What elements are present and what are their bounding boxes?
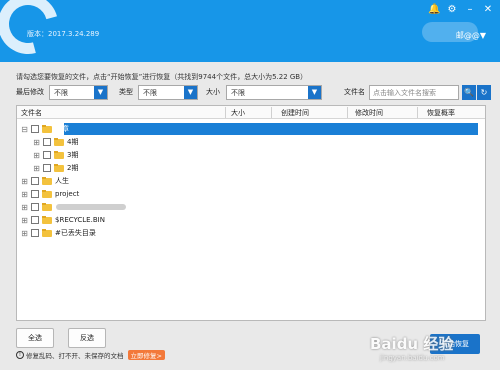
table-row[interactable]: ⊞ 人生 <box>20 175 69 187</box>
column-header[interactable]: 文件名 <box>21 108 42 118</box>
table-row[interactable]: ⊞ 3期 <box>32 149 78 161</box>
type-value: 不限 <box>143 89 157 97</box>
table-row[interactable]: ⊟ 文章 <box>20 123 69 135</box>
selected-row-highlight <box>64 123 478 135</box>
minimize-icon[interactable]: – <box>464 4 476 16</box>
expand-icon[interactable]: ⊞ <box>20 203 29 212</box>
version-text: 版本：2017.3.24.289 <box>27 30 100 38</box>
result-summary: 请勾选您要恢复的文件，点击“开始恢复”进行恢复（共找到9744个文件，总大小为5… <box>16 73 308 81</box>
search-input[interactable] <box>370 86 458 99</box>
expand-icon[interactable]: ⊞ <box>20 177 29 186</box>
folder-icon <box>42 229 52 237</box>
column-divider[interactable] <box>225 107 226 118</box>
expand-icon[interactable]: ⊞ <box>32 138 41 147</box>
file-name: 2期 <box>67 164 79 172</box>
row-checkbox[interactable] <box>31 216 39 224</box>
modified-select[interactable]: 不限 ▼ <box>49 85 108 100</box>
invert-selection-button[interactable]: 反选 <box>68 328 106 348</box>
chevron-down-icon: ▼ <box>184 86 197 99</box>
column-header[interactable]: 创建时间 <box>281 108 309 118</box>
table-row[interactable]: ⊞ <box>20 201 126 213</box>
row-checkbox[interactable] <box>43 164 51 172</box>
row-checkbox[interactable] <box>43 138 51 146</box>
type-select[interactable]: 不限 ▼ <box>138 85 198 100</box>
select-all-button[interactable]: 全选 <box>16 328 54 348</box>
modified-value: 不限 <box>54 89 68 97</box>
column-divider[interactable] <box>271 107 272 118</box>
file-name: $RECYCLE.BIN <box>55 216 105 224</box>
expand-icon[interactable]: ⊞ <box>20 216 29 225</box>
filter-bar: 最后修改 不限 ▼ 类型 不限 ▼ 大小 不限 ▼ 文件名 🔍 ↻ <box>16 85 491 101</box>
file-name: 人生 <box>55 177 69 185</box>
file-name: 文章 <box>55 125 69 133</box>
folder-icon <box>54 138 64 146</box>
search-button[interactable]: 🔍 <box>462 85 476 100</box>
table-row[interactable]: ⊞ #已丢失目录 <box>20 227 96 239</box>
watermark: Baidu 经验 jingyan.baidu.com <box>370 333 488 367</box>
chevron-down-icon: ▼ <box>94 86 107 99</box>
table-row[interactable]: ⊞ 4期 <box>32 136 78 148</box>
folder-icon <box>42 203 52 211</box>
file-table: 文件名 大小 创建时间 修改时间 恢复概率 ⊟ 文章 ⊞ 4期 ⊞ 3期 ⊞ 2… <box>16 105 486 321</box>
row-checkbox[interactable] <box>31 203 39 211</box>
file-name: 3期 <box>67 151 79 159</box>
expand-icon[interactable]: ⊞ <box>20 229 29 238</box>
row-checkbox[interactable] <box>31 177 39 185</box>
bell-icon[interactable]: 🔔 <box>428 4 440 16</box>
refresh-icon: ↻ <box>480 88 488 97</box>
table-header: 文件名 大小 创建时间 修改时间 恢复概率 <box>17 106 485 119</box>
repair-hint-text: 修复乱码、打不开、未保存的文档 <box>26 352 124 360</box>
gear-icon[interactable]: ⚙ <box>446 4 458 16</box>
column-header[interactable]: 恢复概率 <box>427 108 455 118</box>
repair-hint: ! 修复乱码、打不开、未保存的文档 立即修复> <box>16 350 165 360</box>
column-divider[interactable] <box>417 107 418 118</box>
chevron-down-icon: ▼ <box>308 86 321 99</box>
folder-icon <box>54 164 64 172</box>
user-menu[interactable]: 邮@@▼ <box>456 30 486 41</box>
size-value: 不限 <box>231 89 245 97</box>
size-label: 大小 <box>206 88 220 96</box>
redacted-file-name <box>56 204 126 210</box>
row-checkbox[interactable] <box>31 229 39 237</box>
collapse-icon[interactable]: ⊟ <box>20 125 29 134</box>
table-row[interactable]: ⊞ project <box>20 188 79 200</box>
column-header[interactable]: 大小 <box>231 108 245 118</box>
row-checkbox[interactable] <box>31 190 39 198</box>
folder-icon <box>54 151 64 159</box>
column-header[interactable]: 修改时间 <box>355 108 383 118</box>
table-row[interactable]: ⊞ $RECYCLE.BIN <box>20 214 105 226</box>
expand-icon[interactable]: ⊞ <box>32 164 41 173</box>
file-name: 4期 <box>67 138 79 146</box>
folder-icon <box>42 190 52 198</box>
row-checkbox[interactable] <box>31 125 39 133</box>
table-row[interactable]: ⊞ 2期 <box>32 162 78 174</box>
filename-label: 文件名 <box>344 88 365 96</box>
size-select[interactable]: 不限 ▼ <box>226 85 322 100</box>
type-label: 类型 <box>119 88 133 96</box>
file-name: #已丢失目录 <box>55 229 96 237</box>
app-header: 版本：2017.3.24.289 🔔 ⚙ – ✕ 邮@@▼ <box>0 0 500 62</box>
search-icon: 🔍 <box>464 88 474 97</box>
modified-label: 最后修改 <box>16 88 44 96</box>
watermark-text: Baidu 经验 <box>370 335 454 353</box>
search-field[interactable] <box>369 85 459 100</box>
row-checkbox[interactable] <box>43 151 51 159</box>
expand-icon[interactable]: ⊞ <box>20 190 29 199</box>
folder-icon <box>42 125 52 133</box>
repair-now-link[interactable]: 立即修复> <box>127 350 165 360</box>
folder-icon <box>42 216 52 224</box>
column-divider[interactable] <box>347 107 348 118</box>
expand-icon[interactable]: ⊞ <box>32 151 41 160</box>
watermark-url: jingyan.baidu.com <box>380 354 445 362</box>
info-icon: ! <box>16 351 24 359</box>
folder-icon <box>42 177 52 185</box>
window-controls: 🔔 ⚙ – ✕ <box>428 4 494 16</box>
close-icon[interactable]: ✕ <box>482 4 494 16</box>
file-name: project <box>55 190 80 198</box>
refresh-button[interactable]: ↻ <box>477 85 491 100</box>
